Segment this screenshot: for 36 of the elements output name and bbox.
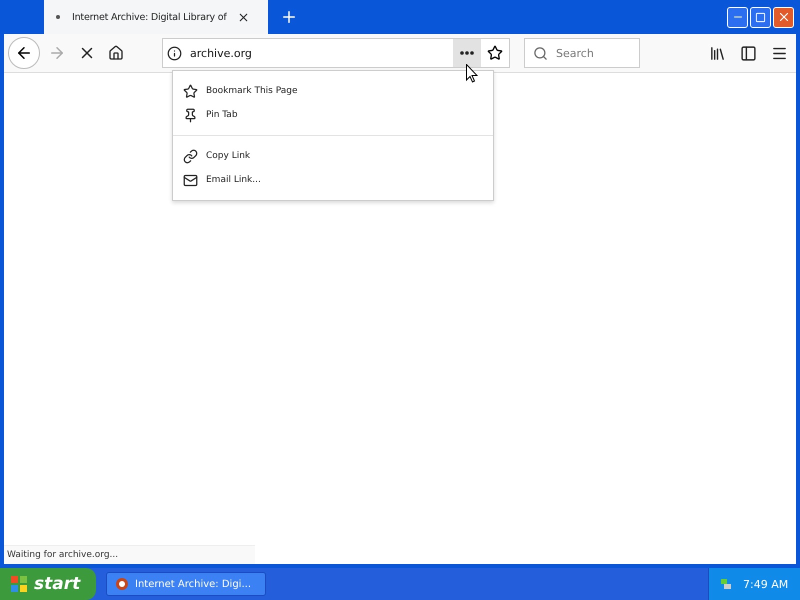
- menu-item[interactable]: Email Link...: [173, 168, 493, 192]
- search-icon: [533, 46, 548, 60]
- star-icon: [183, 84, 198, 98]
- menu-item[interactable]: Copy Link: [173, 144, 493, 168]
- star-icon: [487, 45, 503, 61]
- back-button[interactable]: [8, 37, 40, 69]
- windows-logo-icon: [10, 575, 28, 593]
- search-field[interactable]: Search: [554, 46, 628, 60]
- close-icon: [236, 10, 250, 24]
- address-bar[interactable]: archive.org: [162, 38, 510, 68]
- maximize-button[interactable]: [750, 6, 771, 28]
- plus-icon: [280, 8, 298, 26]
- more-icon: [460, 51, 474, 55]
- clock-text: 7:49 AM: [743, 578, 788, 590]
- close-button[interactable]: [773, 6, 794, 28]
- link-icon: [183, 148, 198, 164]
- minimize-button[interactable]: [727, 6, 748, 28]
- sidebar-icon: [740, 44, 757, 62]
- menu-item[interactable]: Bookmark This Page: [173, 79, 493, 103]
- status-text: Waiting for archive.org...: [4, 545, 255, 564]
- taskbar-window-button[interactable]: Internet Archive: Digi...: [106, 572, 266, 596]
- page-actions-button[interactable]: [453, 39, 481, 67]
- search-bar[interactable]: Search: [524, 38, 640, 68]
- library-icon: [709, 44, 726, 62]
- app-icon: [115, 577, 129, 591]
- pin-icon: [183, 108, 198, 122]
- maximize-icon: [755, 12, 766, 22]
- tab-title: Internet Archive: Digital Library of: [72, 12, 227, 22]
- forward-arrow-icon: [48, 44, 66, 62]
- home-icon: [108, 45, 124, 61]
- url-text: archive.org: [190, 46, 253, 60]
- mail-icon: [183, 172, 198, 188]
- menu-item[interactable]: Pin Tab: [173, 103, 493, 127]
- start-button[interactable]: start: [0, 568, 96, 600]
- info-icon: [167, 46, 182, 60]
- browser-tab[interactable]: Internet Archive: Digital Library of: [44, 0, 268, 34]
